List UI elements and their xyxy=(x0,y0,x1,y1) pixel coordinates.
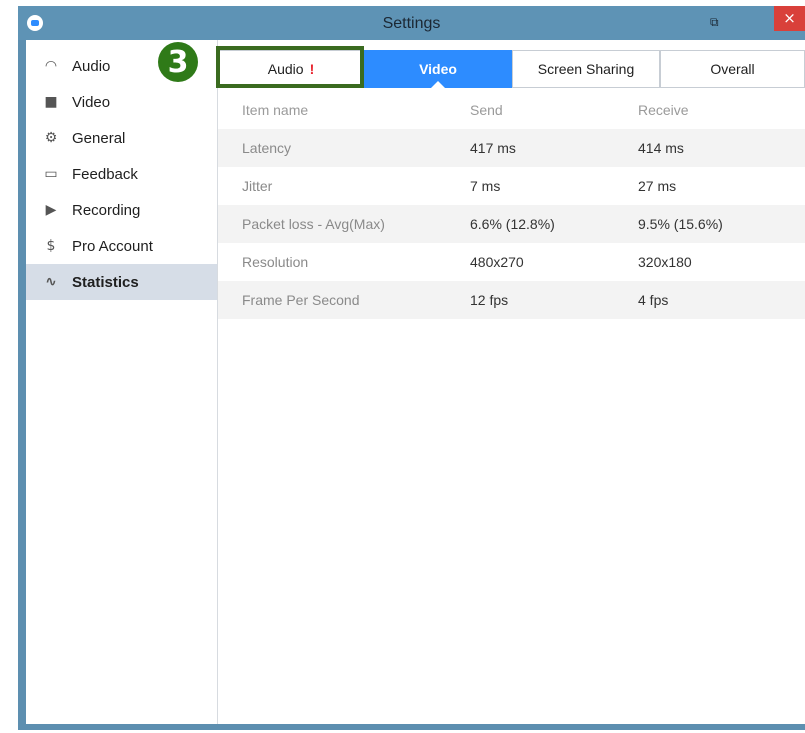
table-row: Jitter 7 ms 27 ms xyxy=(218,167,805,205)
send-value: 480x270 xyxy=(470,254,524,270)
header-send: Send xyxy=(470,102,503,118)
record-icon: ▶ xyxy=(45,202,57,218)
row-label: Packet loss - Avg(Max) xyxy=(242,216,385,232)
tab-label: Overall xyxy=(710,61,755,77)
sidebar-item-label: Feedback xyxy=(72,165,138,183)
headphones-icon: ◠ xyxy=(44,58,58,74)
title-bar: Settings ⧉ × xyxy=(18,6,805,40)
row-label: Resolution xyxy=(242,254,309,270)
row-label: Frame Per Second xyxy=(242,292,360,308)
send-value: 12 fps xyxy=(470,292,509,308)
receive-value: 320x180 xyxy=(638,254,692,270)
sidebar-item-label: Recording xyxy=(72,201,141,219)
tutorial-highlight xyxy=(216,46,364,88)
sidebar-item-label: Pro Account xyxy=(72,237,153,255)
chat-icon: ▭ xyxy=(44,166,58,182)
sidebar-item-recording[interactable]: ▶ Recording xyxy=(26,192,217,228)
tab-screen-sharing[interactable]: Screen Sharing xyxy=(512,50,660,88)
statistics-panel: Audio ! Video Screen Sharing Overall 3 I… xyxy=(158,40,805,724)
settings-window: Settings ⧉ × ◠ Audio ■ Video ⚙ General ▭… xyxy=(18,6,805,730)
receive-value: 414 ms xyxy=(638,140,684,156)
header-receive: Receive xyxy=(638,102,689,118)
settings-content: ◠ Audio ■ Video ⚙ General ▭ Feedback ▶ R… xyxy=(26,40,805,724)
sidebar-item-pro-account[interactable]: $ Pro Account xyxy=(26,228,217,264)
pulse-icon: ∿ xyxy=(45,274,57,290)
settings-sidebar: ◠ Audio ■ Video ⚙ General ▭ Feedback ▶ R… xyxy=(26,40,218,724)
tab-label: Video xyxy=(419,61,457,77)
row-label: Latency xyxy=(242,140,292,156)
send-value: 6.6% (12.8%) xyxy=(470,216,555,232)
dollar-icon: $ xyxy=(46,238,56,254)
header-item-name: Item name xyxy=(242,102,309,118)
window-title: Settings xyxy=(382,15,441,32)
receive-value: 27 ms xyxy=(638,178,677,194)
statistics-table: Item name Send Receive Latency 417 ms 41… xyxy=(218,91,805,319)
sidebar-item-label: Audio xyxy=(72,57,111,75)
tab-label: Screen Sharing xyxy=(537,61,635,77)
send-value: 7 ms xyxy=(470,178,501,194)
receive-value: 9.5% (15.6%) xyxy=(638,216,723,232)
table-row: Resolution 480x270 320x180 xyxy=(218,243,805,281)
camera-icon: ■ xyxy=(44,94,58,110)
snap-icon[interactable]: ⧉ xyxy=(710,15,724,29)
close-button[interactable]: × xyxy=(774,6,805,31)
table-row: Frame Per Second 12 fps 4 fps xyxy=(218,281,805,319)
sidebar-item-statistics[interactable]: ∿ Statistics xyxy=(26,264,217,300)
table-row: Latency 417 ms 414 ms xyxy=(218,129,805,167)
sidebar-item-video[interactable]: ■ Video xyxy=(26,84,217,120)
gears-icon: ⚙ xyxy=(44,130,58,146)
table-header-row: Item name Send Receive xyxy=(218,91,805,129)
sidebar-item-general[interactable]: ⚙ General xyxy=(26,120,217,156)
statistics-tabs: Audio ! Video Screen Sharing Overall 3 xyxy=(158,42,805,88)
table-row: Packet loss - Avg(Max) 6.6% (12.8%) 9.5%… xyxy=(218,205,805,243)
active-tab-notch xyxy=(431,81,445,88)
receive-value: 4 fps xyxy=(638,292,669,308)
sidebar-item-label: Video xyxy=(72,93,111,111)
tab-video[interactable]: Video xyxy=(364,50,512,88)
tab-overall[interactable]: Overall xyxy=(660,50,805,88)
sidebar-item-label: General xyxy=(72,129,126,147)
send-value: 417 ms xyxy=(470,140,516,156)
row-label: Jitter xyxy=(242,178,273,194)
sidebar-item-feedback[interactable]: ▭ Feedback xyxy=(26,156,217,192)
step-badge: 3 xyxy=(158,42,198,82)
sidebar-item-label: Statistics xyxy=(72,273,139,291)
